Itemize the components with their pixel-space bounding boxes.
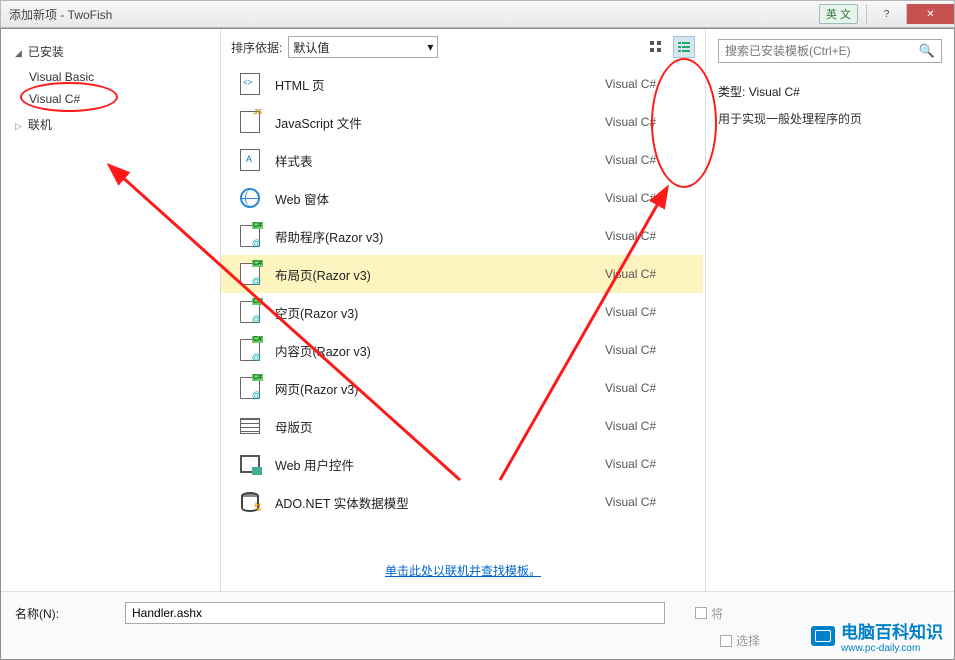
template-name: 布局页(Razor v3) bbox=[275, 265, 591, 284]
template-icon bbox=[239, 111, 261, 133]
template-lang: Visual C# bbox=[605, 381, 685, 395]
template-description: 用于实现一般处理程序的页 bbox=[718, 110, 942, 127]
template-icon bbox=[239, 301, 261, 323]
template-icon bbox=[239, 339, 261, 361]
template-icon bbox=[239, 187, 261, 209]
template-icon bbox=[239, 263, 261, 285]
template-pane: 排序依据: 默认值 ▾ HTML 页Visual C#JavaScript 文件… bbox=[221, 29, 706, 591]
category-tree: 已安装 Visual BasicVisual C# 联机 bbox=[1, 29, 221, 591]
template-lang: Visual C# bbox=[605, 419, 685, 433]
template-item[interactable]: HTML 页 Visual C# bbox=[221, 65, 703, 103]
type-label: 类型: bbox=[718, 85, 745, 99]
titlebar: 添加新项 - TwoFish 英 文 ? ✕ bbox=[0, 0, 955, 28]
template-icon bbox=[239, 453, 261, 475]
ime-badge[interactable]: 英 文 bbox=[819, 4, 858, 24]
template-name: ADO.NET 实体数据模型 bbox=[275, 493, 591, 512]
watermark: 电脑百科知识 www.pc-daily.com bbox=[811, 618, 943, 654]
checkbox-2[interactable]: 选择 bbox=[720, 632, 760, 649]
search-icon: 🔍 bbox=[919, 43, 935, 59]
template-type: 类型: Visual C# bbox=[718, 83, 942, 100]
tree-online-header[interactable]: 联机 bbox=[1, 110, 220, 139]
template-name: Web 窗体 bbox=[275, 189, 591, 208]
chevron-down-icon: ▾ bbox=[427, 40, 433, 54]
template-lang: Visual C# bbox=[605, 457, 685, 471]
template-item[interactable]: Web 用户控件 Visual C# bbox=[221, 445, 703, 483]
sort-label: 排序依据: bbox=[231, 39, 282, 56]
name-input[interactable] bbox=[125, 602, 665, 624]
template-name: JavaScript 文件 bbox=[275, 113, 591, 132]
window-title: 添加新项 - TwoFish bbox=[9, 6, 819, 23]
type-value: Visual C# bbox=[749, 85, 800, 99]
template-icon bbox=[239, 149, 261, 171]
template-icon bbox=[239, 73, 261, 95]
template-item[interactable]: 空页(Razor v3) Visual C# bbox=[221, 293, 703, 331]
template-item[interactable]: 布局页(Razor v3) Visual C# bbox=[221, 255, 703, 293]
template-name: 内容页(Razor v3) bbox=[275, 341, 591, 360]
sort-select[interactable]: 默认值 ▾ bbox=[288, 36, 438, 58]
template-name: 空页(Razor v3) bbox=[275, 303, 591, 322]
tree-item-visual-c-[interactable]: Visual C# bbox=[1, 88, 220, 110]
watermark-url: www.pc-daily.com bbox=[841, 643, 943, 654]
sort-toolbar: 排序依据: 默认值 ▾ bbox=[221, 29, 705, 65]
template-lang: Visual C# bbox=[605, 115, 685, 129]
help-button[interactable]: ? bbox=[866, 4, 906, 24]
list-icon bbox=[677, 40, 691, 54]
template-icon bbox=[239, 225, 261, 247]
template-lang: Visual C# bbox=[605, 343, 685, 357]
template-lang: Visual C# bbox=[605, 77, 685, 91]
name-label: 名称(N): bbox=[15, 605, 115, 622]
search-box[interactable]: 🔍 bbox=[718, 39, 942, 63]
template-item[interactable]: 样式表 Visual C# bbox=[221, 141, 703, 179]
close-button[interactable]: ✕ bbox=[906, 4, 954, 24]
template-name: HTML 页 bbox=[275, 75, 591, 94]
template-lang: Visual C# bbox=[605, 229, 685, 243]
watermark-text: 电脑百科知识 bbox=[841, 618, 943, 643]
tree-installed-header[interactable]: 已安装 bbox=[1, 37, 220, 66]
template-name: Web 用户控件 bbox=[275, 455, 591, 474]
template-item[interactable]: Web 窗体 Visual C# bbox=[221, 179, 703, 217]
template-item[interactable]: JavaScript 文件 Visual C# bbox=[221, 103, 703, 141]
watermark-icon bbox=[811, 626, 835, 646]
template-icon bbox=[239, 415, 261, 437]
template-item[interactable]: 帮助程序(Razor v3) Visual C# bbox=[221, 217, 703, 255]
template-lang: Visual C# bbox=[605, 191, 685, 205]
template-name: 样式表 bbox=[275, 151, 591, 170]
template-icon bbox=[239, 491, 261, 513]
checkbox-1[interactable]: 将 bbox=[695, 605, 723, 622]
content-area: 已安装 Visual BasicVisual C# 联机 排序依据: 默认值 ▾ bbox=[1, 29, 954, 591]
template-item[interactable]: 母版页 Visual C# bbox=[221, 407, 703, 445]
view-small-icons-button[interactable] bbox=[645, 36, 667, 58]
view-list-button[interactable] bbox=[673, 36, 695, 58]
template-lang: Visual C# bbox=[605, 153, 685, 167]
template-lang: Visual C# bbox=[605, 305, 685, 319]
template-item[interactable]: 网页(Razor v3) Visual C# bbox=[221, 369, 703, 407]
template-item[interactable]: ADO.NET 实体数据模型 Visual C# bbox=[221, 483, 703, 521]
template-lang: Visual C# bbox=[605, 267, 685, 281]
dialog-body: 已安装 Visual BasicVisual C# 联机 排序依据: 默认值 ▾ bbox=[0, 28, 955, 660]
search-online-link[interactable]: 单击此处以联机并查找模板。 bbox=[221, 550, 705, 591]
search-input[interactable] bbox=[725, 44, 919, 58]
sort-value: 默认值 bbox=[293, 39, 329, 56]
template-list[interactable]: HTML 页Visual C#JavaScript 文件Visual C#样式表… bbox=[221, 65, 705, 550]
info-pane: 🔍 类型: Visual C# 用于实现一般处理程序的页 bbox=[706, 29, 954, 591]
checkbox-icon bbox=[720, 635, 732, 647]
template-item[interactable]: 内容页(Razor v3) Visual C# bbox=[221, 331, 703, 369]
template-name: 母版页 bbox=[275, 417, 591, 436]
template-name: 帮助程序(Razor v3) bbox=[275, 227, 591, 246]
tree-item-visual-basic[interactable]: Visual Basic bbox=[1, 66, 220, 88]
checkbox-icon bbox=[695, 607, 707, 619]
template-icon bbox=[239, 377, 261, 399]
template-lang: Visual C# bbox=[605, 495, 685, 509]
template-name: 网页(Razor v3) bbox=[275, 379, 591, 398]
grid-small-icon bbox=[649, 40, 663, 54]
